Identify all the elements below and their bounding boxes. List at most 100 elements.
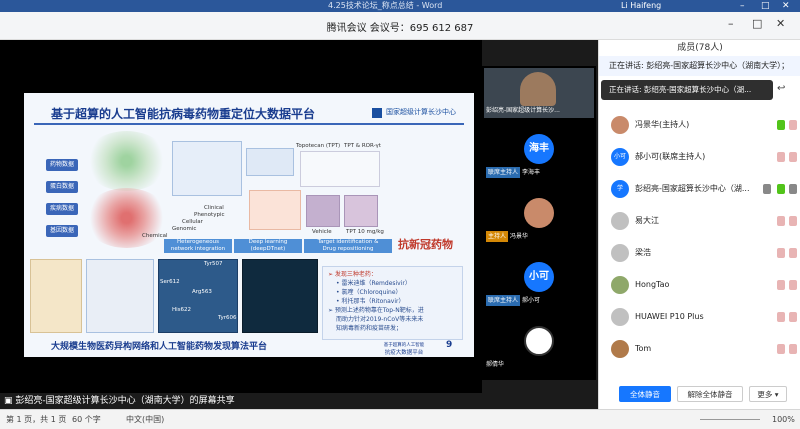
- word-status-bar: 第 1 页，共 1 页 60 个字 中文(中国) 100%: [0, 409, 800, 429]
- org-logo-icon: [372, 108, 382, 118]
- video-4-name-text: 郝小可: [521, 297, 540, 304]
- mic-off-icon[interactable]: [777, 216, 785, 226]
- member-row[interactable]: HongTao: [599, 270, 800, 300]
- video-tile-2-caption: 联席主持人 李海丰: [486, 167, 540, 178]
- members-panel: 成员(78人) 正在讲话: 彭绍亮-国家超算长沙中心（湖南大学）； 正在讲话: …: [598, 40, 800, 410]
- member-avatar: 学: [611, 180, 629, 198]
- camera-off-icon[interactable]: [789, 280, 797, 290]
- lbl-cellular: Cellular: [182, 219, 203, 225]
- lbl-topotecan: Topotecan (TPT): [296, 143, 341, 149]
- cohost-tag-2: 联席主持人: [486, 295, 521, 306]
- video-2-name-text: 李海丰: [521, 169, 540, 176]
- title-divider: [34, 123, 464, 125]
- pill-1-line-1: Heterogeneous: [176, 239, 220, 245]
- mic-icon[interactable]: [777, 120, 785, 130]
- mute-all-button[interactable]: 全体静音: [619, 386, 671, 402]
- screen-share-icon[interactable]: [763, 184, 771, 194]
- member-row[interactable]: 易大江: [599, 206, 800, 236]
- finding-6: 而助力针对2019-nCoV等未来未: [336, 316, 424, 323]
- camera-off-icon[interactable]: [789, 120, 797, 130]
- member-row[interactable]: 小可 郝小可(联席主持人): [599, 142, 800, 172]
- footer-tag-line-2: 抗疫大数据平台: [384, 350, 424, 356]
- pill-network-integration: Heterogeneous network integration: [164, 239, 232, 253]
- camera-off-icon[interactable]: [789, 312, 797, 322]
- member-row[interactable]: HUAWEI P10 Plus: [599, 302, 800, 332]
- more-button[interactable]: 更多 ▾: [749, 386, 787, 402]
- camera-icon[interactable]: [789, 184, 797, 194]
- member-row[interactable]: 梁浩: [599, 238, 800, 268]
- zoom-level: 100%: [772, 415, 795, 424]
- lbl-tyr507: Tyr507: [204, 261, 223, 267]
- member-avatar: [611, 308, 629, 326]
- slide-title: 基于超算的人工智能抗病毒药物重定位大数据平台: [51, 107, 316, 121]
- member-row[interactable]: Tom: [599, 334, 800, 364]
- virus-illustration: [30, 259, 82, 333]
- member-name: HongTao: [635, 280, 670, 289]
- mic-off-icon[interactable]: [777, 312, 785, 322]
- speaking-tooltip: 正在讲话: 彭绍亮-国家超算长沙中心（湖...: [601, 80, 773, 100]
- lbl-phenotypic: Phenotypic: [194, 212, 225, 218]
- meeting-maximize-icon[interactable]: □: [752, 17, 762, 30]
- member-avatar: [611, 244, 629, 262]
- slide-org: 国家超级计算长沙中心: [386, 108, 456, 116]
- page-count: 第 1 页，共 1 页: [6, 415, 67, 424]
- mic-off-icon[interactable]: [777, 152, 785, 162]
- data-layers-graphic: [172, 141, 242, 196]
- video-column: 彭绍亮-国家超级计算长沙... 海丰 联席主持人 李海丰 主持人 冯景华 小可 …: [482, 66, 596, 380]
- lbl-vehicle: Vehicle: [312, 229, 332, 235]
- finding-2: • 雷米迪维（Remdesivir）: [336, 280, 411, 287]
- lbl-tpt10: TPT 10 mg/kg: [346, 229, 384, 235]
- video-3-name-text: 冯景华: [509, 233, 528, 240]
- word-minimize-icon[interactable]: –: [740, 0, 745, 12]
- zoom-slider[interactable]: [700, 419, 760, 420]
- tissue-image-tpt: [344, 195, 378, 227]
- unmute-all-button[interactable]: 解除全体静音: [677, 386, 743, 402]
- network-graph-bottom: [84, 188, 169, 248]
- finding-7: 知病毒新药和疫苗研发；: [336, 325, 403, 332]
- word-maximize-icon[interactable]: □: [761, 0, 770, 12]
- pill-target-identification: Target identification & Drug repositioni…: [304, 239, 392, 253]
- video-tile-5-caption: 郝倩华: [486, 359, 504, 370]
- video-tile-4[interactable]: 小可 联席主持人 郝小可: [484, 258, 594, 308]
- ai-icon: [246, 148, 294, 176]
- back-icon[interactable]: ↩: [777, 83, 785, 94]
- pill-deep-learning: Deep learning (deepDTnet): [234, 239, 302, 253]
- label-disease-data: 疾病数据: [46, 203, 78, 215]
- member-name: 易大江: [635, 216, 659, 225]
- member-name: Tom: [635, 344, 652, 353]
- mic-off-icon[interactable]: [777, 344, 785, 354]
- word-close-icon[interactable]: ✕: [782, 0, 790, 12]
- video-tile-2[interactable]: 海丰 联席主持人 李海丰: [484, 130, 594, 180]
- cohost-tag: 联席主持人: [486, 167, 521, 178]
- lbl-clinical: Clinical: [204, 205, 224, 211]
- share-status-bar: ▣ 彭绍亮-国家超级计算长沙中心（湖南大学）的屏幕共享: [0, 393, 598, 409]
- mic-icon[interactable]: [777, 184, 785, 194]
- lbl-tpt-ror: TPT & ROR-γt: [344, 143, 381, 149]
- member-row[interactable]: 学 彭绍亮-国家超算长沙中心（湖...: [599, 174, 800, 204]
- word-user[interactable]: Li Haifeng: [621, 0, 661, 12]
- mic-off-icon[interactable]: [777, 280, 785, 290]
- meeting-minimize-icon[interactable]: –: [728, 17, 734, 30]
- word-doc-title: 4.25技术论坛_称点总结 - Word: [328, 1, 443, 10]
- video-tile-3[interactable]: 主持人 冯景华: [484, 194, 594, 244]
- camera-off-icon[interactable]: [789, 344, 797, 354]
- neural-net-graphic: [249, 190, 301, 230]
- avatar-haifeng: 海丰: [524, 134, 554, 164]
- video-tile-1[interactable]: 彭绍亮-国家超级计算长沙...: [484, 68, 594, 118]
- member-avatar: [611, 116, 629, 134]
- meeting-close-icon[interactable]: ✕: [776, 17, 785, 30]
- camera-off-icon[interactable]: [789, 152, 797, 162]
- avatar-haoxiaoke: 小可: [524, 262, 554, 292]
- pill-2-line-2: (deepDTnet): [250, 246, 286, 252]
- pill-3-line-1: Target identification &: [317, 239, 379, 245]
- shared-slide: 基于超算的人工智能抗病毒药物重定位大数据平台 国家超级计算长沙中心 药物数据 蛋…: [24, 93, 474, 357]
- member-name: HUAWEI P10 Plus: [635, 312, 704, 321]
- lbl-arg563: Arg563: [192, 289, 212, 295]
- camera-off-icon[interactable]: [789, 216, 797, 226]
- camera-off-icon[interactable]: [789, 248, 797, 258]
- mic-off-icon[interactable]: [777, 248, 785, 258]
- label-drug-data: 药物数据: [46, 159, 78, 171]
- video-tile-5[interactable]: 郝倩华: [484, 322, 594, 372]
- member-row[interactable]: 冯景华(主持人): [599, 110, 800, 140]
- finding-1: ➢ 发现三种老药：: [328, 271, 377, 278]
